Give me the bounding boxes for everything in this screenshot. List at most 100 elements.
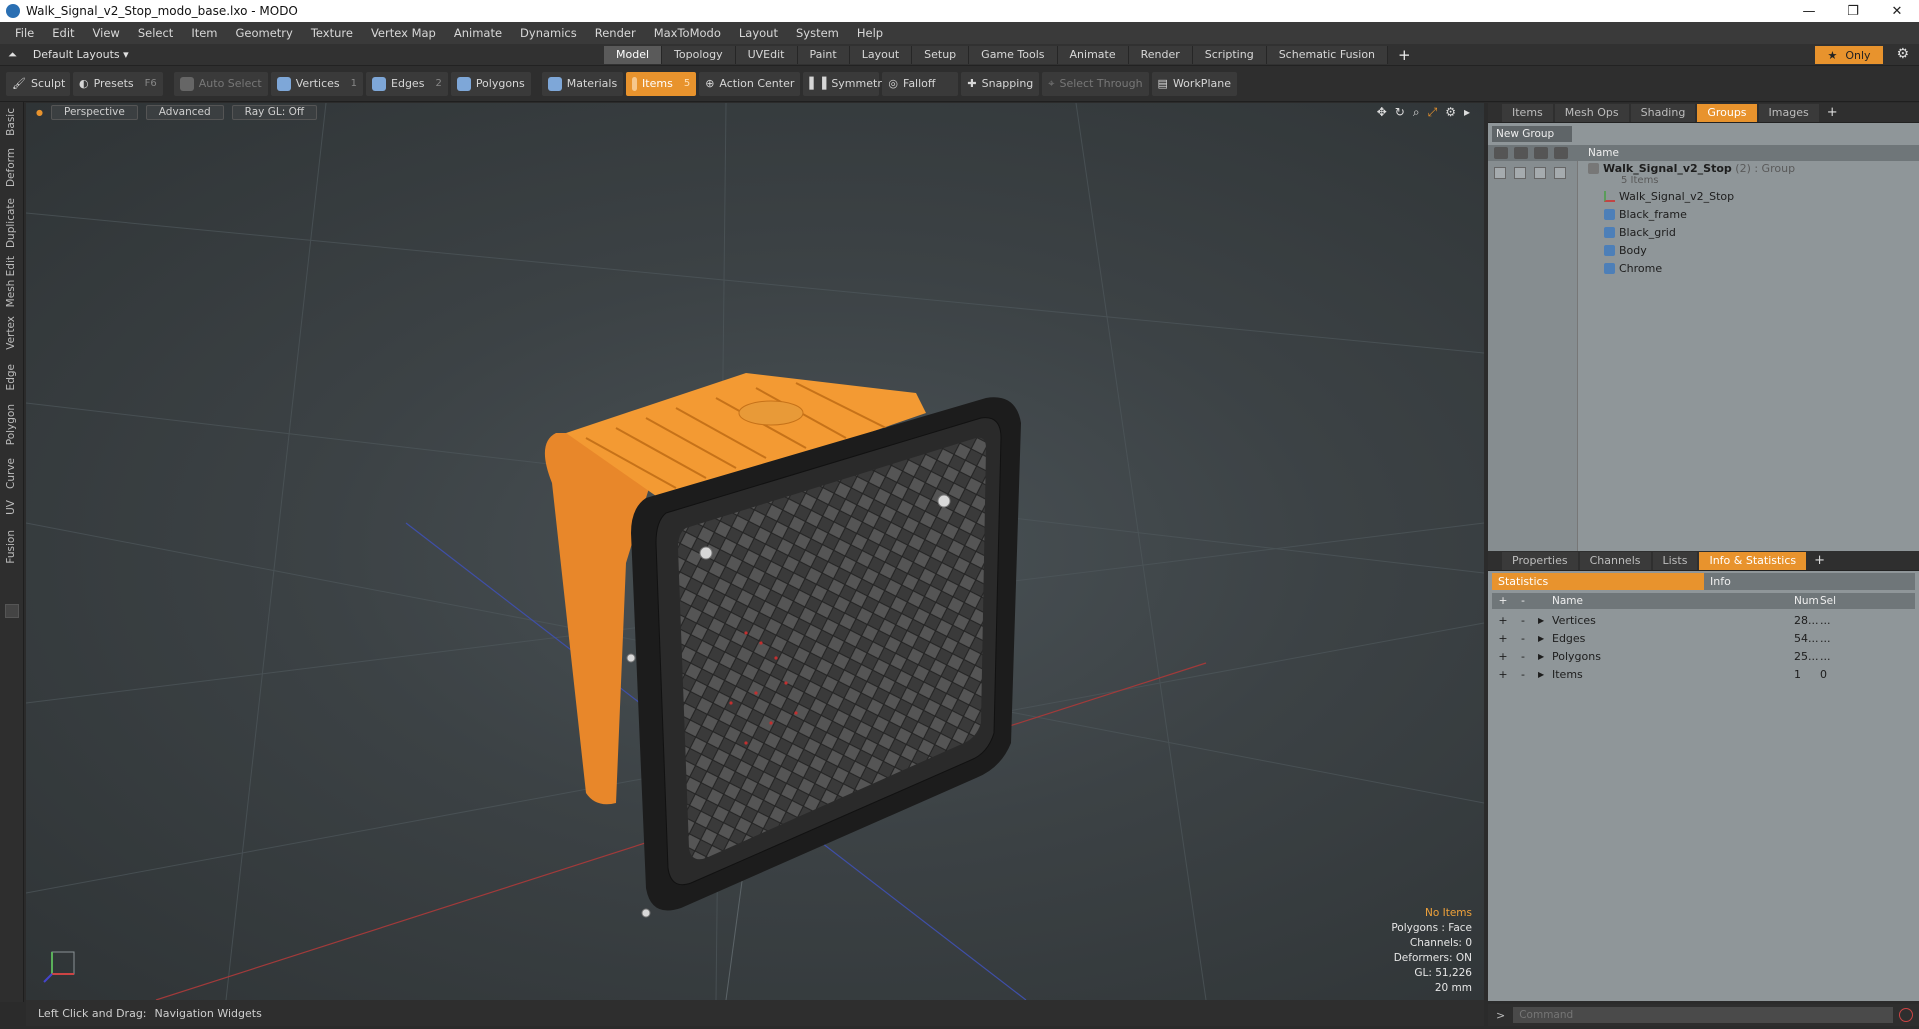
tab-uvedit[interactable]: UVEdit bbox=[735, 46, 798, 64]
menu-geometry[interactable]: Geometry bbox=[227, 26, 302, 40]
layout-selector[interactable]: ⏶ Default Layouts ▾ bbox=[8, 48, 129, 62]
group-row[interactable]: Walk_Signal_v2_Stop (2) : Group 5 Items bbox=[1488, 161, 1919, 187]
items-mode-button[interactable]: Items 5 bbox=[626, 71, 697, 96]
tab-info[interactable]: Info bbox=[1704, 573, 1915, 590]
walk-signal-model[interactable] bbox=[544, 373, 1021, 918]
menu-maxtomodo[interactable]: MaxToModo bbox=[645, 26, 730, 40]
3d-viewport[interactable]: ● Perspective Advanced Ray GL: Off ✥ ↻ ⌕… bbox=[26, 103, 1484, 1000]
expand-triangle-icon[interactable]: ▶ bbox=[1538, 634, 1544, 643]
strip-polygon[interactable]: Polygon bbox=[5, 404, 17, 445]
render-toggle-icon[interactable] bbox=[1514, 167, 1526, 179]
strip-curve[interactable]: Curve bbox=[5, 458, 17, 489]
tab-shading[interactable]: Shading bbox=[1630, 103, 1696, 122]
strip-fusion[interactable]: Fusion bbox=[5, 530, 17, 564]
tab-lists[interactable]: Lists bbox=[1652, 551, 1698, 570]
stats-row-edges[interactable]: + - ▶ Edges 54... ... bbox=[1492, 629, 1915, 647]
menu-help[interactable]: Help bbox=[848, 26, 892, 40]
gear-icon[interactable]: ⚙ bbox=[1896, 46, 1909, 62]
expand-all-button[interactable]: + bbox=[1498, 595, 1508, 607]
edges-mode-button[interactable]: Edges 2 bbox=[366, 71, 448, 96]
minimize-button[interactable]: — bbox=[1787, 0, 1831, 22]
remove-selection-button[interactable]: - bbox=[1518, 650, 1528, 663]
menu-item[interactable]: Item bbox=[182, 26, 226, 40]
tab-images[interactable]: Images bbox=[1758, 103, 1819, 122]
menu-texture[interactable]: Texture bbox=[302, 26, 362, 40]
strip-mesh-edit[interactable]: Mesh Edit bbox=[5, 256, 17, 307]
select-through-button[interactable]: ⌖ Select Through bbox=[1042, 71, 1149, 96]
add-tab-button[interactable]: + bbox=[1398, 46, 1411, 64]
lock-col-icon[interactable] bbox=[1534, 147, 1548, 159]
stats-row-vertices[interactable]: + - ▶ Vertices 28... ... bbox=[1492, 611, 1915, 629]
eye-icon[interactable] bbox=[1494, 167, 1506, 179]
collapse-icon[interactable]: ⏶ bbox=[8, 48, 17, 62]
add-panel-tab-button[interactable]: + bbox=[1814, 553, 1825, 568]
menu-render[interactable]: Render bbox=[586, 26, 645, 40]
group-child-row[interactable]: Walk_Signal_v2_Stop bbox=[1488, 187, 1919, 205]
expand-triangle-icon[interactable]: ▶ bbox=[1538, 670, 1544, 679]
raygl-toggle[interactable]: Ray GL: Off bbox=[231, 104, 318, 120]
tab-scripting[interactable]: Scripting bbox=[1192, 46, 1267, 64]
sculpt-button[interactable]: 🖌 Sculpt bbox=[6, 71, 70, 96]
snapping-button[interactable]: ✚ Snapping bbox=[961, 71, 1040, 96]
render-col-icon[interactable] bbox=[1514, 147, 1528, 159]
tab-paint[interactable]: Paint bbox=[797, 46, 850, 64]
tab-animate[interactable]: Animate bbox=[1057, 46, 1129, 64]
new-group-button[interactable]: New Group bbox=[1492, 126, 1572, 142]
add-selection-button[interactable]: + bbox=[1498, 668, 1508, 681]
polygons-mode-button[interactable]: Polygons bbox=[450, 71, 531, 96]
strip-duplicate[interactable]: Duplicate bbox=[5, 198, 17, 248]
collapse-all-button[interactable]: - bbox=[1518, 595, 1528, 607]
menu-animate[interactable]: Animate bbox=[445, 26, 511, 40]
viewport-settings-icon[interactable]: ⚙ bbox=[1445, 105, 1456, 120]
stats-row-items[interactable]: + - ▶ Items 1 0 bbox=[1492, 665, 1915, 683]
close-button[interactable]: ✕ bbox=[1875, 0, 1919, 22]
menu-edit[interactable]: Edit bbox=[43, 26, 83, 40]
add-panel-tab-button[interactable]: + bbox=[1827, 105, 1838, 120]
menu-select[interactable]: Select bbox=[129, 26, 182, 40]
zoom-icon[interactable]: ⌕ bbox=[1413, 105, 1420, 120]
view-mode-dropdown[interactable]: Perspective bbox=[50, 104, 138, 120]
tab-render[interactable]: Render bbox=[1128, 46, 1193, 64]
select-col-icon[interactable] bbox=[1554, 147, 1568, 159]
group-child-row[interactable]: Black_grid bbox=[1488, 223, 1919, 241]
menu-layout[interactable]: Layout bbox=[730, 26, 787, 40]
menu-view[interactable]: View bbox=[84, 26, 129, 40]
presets-button[interactable]: ◐ Presets F6 bbox=[73, 71, 163, 96]
viewport-menu-dot[interactable]: ● bbox=[36, 108, 43, 117]
remove-selection-button[interactable]: - bbox=[1518, 614, 1528, 627]
auto-select-button[interactable]: Auto Select bbox=[173, 71, 268, 96]
tab-setup[interactable]: Setup bbox=[912, 46, 970, 64]
expand-triangle-icon[interactable]: ▶ bbox=[1538, 616, 1544, 625]
tab-items[interactable]: Items bbox=[1502, 103, 1553, 122]
tab-game-tools[interactable]: Game Tools bbox=[969, 46, 1058, 64]
add-selection-button[interactable]: + bbox=[1498, 650, 1508, 663]
viewport-expand-icon[interactable]: ▸ bbox=[1464, 105, 1470, 120]
strip-toggle-icon[interactable] bbox=[5, 604, 19, 618]
select-toggle[interactable] bbox=[1554, 167, 1566, 179]
add-selection-button[interactable]: + bbox=[1498, 614, 1508, 627]
remove-selection-button[interactable]: - bbox=[1518, 632, 1528, 645]
menu-system[interactable]: System bbox=[787, 26, 848, 40]
name-column-header[interactable]: Name bbox=[1588, 147, 1619, 159]
strip-basic[interactable]: Basic bbox=[5, 108, 17, 136]
add-selection-button[interactable]: + bbox=[1498, 632, 1508, 645]
pan-icon[interactable]: ✥ bbox=[1377, 105, 1387, 120]
only-toggle[interactable]: ★ Only bbox=[1815, 46, 1883, 64]
tab-model[interactable]: Model bbox=[604, 46, 663, 64]
lock-toggle[interactable] bbox=[1534, 167, 1546, 179]
shading-dropdown[interactable]: Advanced bbox=[145, 104, 224, 120]
action-center-button[interactable]: ⊕ Action Center bbox=[699, 71, 801, 96]
expand-triangle-icon[interactable]: ▶ bbox=[1538, 652, 1544, 661]
rotate-icon[interactable]: ↻ bbox=[1395, 105, 1405, 120]
tab-properties[interactable]: Properties bbox=[1502, 551, 1578, 570]
stats-row-polygons[interactable]: + - ▶ Polygons 25... ... bbox=[1492, 647, 1915, 665]
tab-info-statistics[interactable]: Info & Statistics bbox=[1699, 551, 1807, 570]
workplane-button[interactable]: ▤ WorkPlane bbox=[1151, 71, 1237, 96]
menu-vertex-map[interactable]: Vertex Map bbox=[362, 26, 445, 40]
visibility-col-icon[interactable] bbox=[1494, 147, 1508, 159]
menu-dynamics[interactable]: Dynamics bbox=[511, 26, 586, 40]
strip-uv[interactable]: UV bbox=[5, 500, 17, 515]
tab-statistics[interactable]: Statistics bbox=[1492, 573, 1704, 590]
tab-mesh-ops[interactable]: Mesh Ops bbox=[1554, 103, 1629, 122]
symmetry-button[interactable]: ▌▐ Symmetry bbox=[803, 71, 888, 96]
